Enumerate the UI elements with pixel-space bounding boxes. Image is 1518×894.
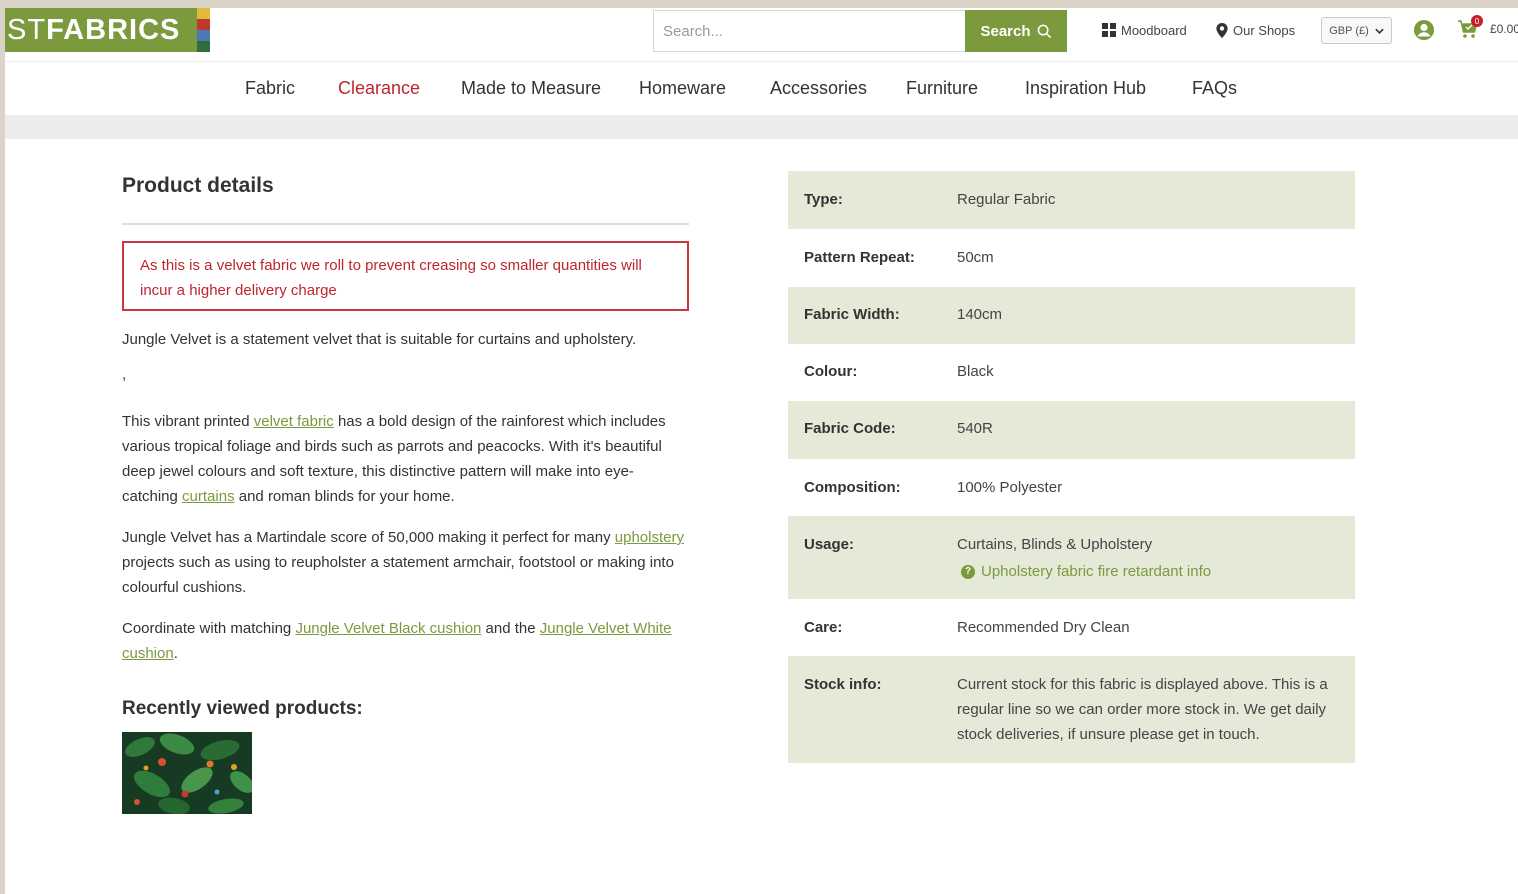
- grid-icon: [1102, 23, 1116, 37]
- nav-fabric[interactable]: Fabric: [245, 78, 295, 99]
- cart-total[interactable]: £0.00: [1490, 22, 1518, 36]
- stray-comma: ,: [122, 366, 127, 383]
- recently-viewed-thumbnail[interactable]: [122, 732, 252, 814]
- spec-row-colour: Colour: Black: [804, 363, 994, 380]
- spec-row-fabric-code: Fabric Code: 540R: [788, 401, 1355, 459]
- upholstery-link[interactable]: upholstery: [615, 529, 684, 546]
- fire-retardant-info-link[interactable]: ? Upholstery fabric fire retardant info: [961, 559, 1211, 584]
- nav-made-to-measure[interactable]: Made to Measure: [461, 78, 601, 99]
- divider: [122, 223, 689, 225]
- spec-row-type: Type: Regular Fabric: [788, 171, 1355, 229]
- our-shops-link[interactable]: Our Shops: [1216, 20, 1295, 40]
- spec-row-composition: Composition: 100% Polyester: [804, 479, 1063, 496]
- spec-row-care: Care: Recommended Dry Clean: [804, 619, 1130, 636]
- search-input[interactable]: [653, 10, 966, 52]
- moodboard-link[interactable]: Moodboard: [1102, 20, 1187, 40]
- site-logo[interactable]: ST FABRICS: [5, 8, 210, 52]
- nav-inspiration-hub[interactable]: Inspiration Hub: [1025, 78, 1146, 99]
- nav-furniture[interactable]: Furniture: [906, 78, 978, 99]
- velvet-fabric-link[interactable]: velvet fabric: [254, 413, 334, 430]
- spec-row-fabric-width: Fabric Width: 140cm: [788, 287, 1355, 344]
- description-paragraph-2: Jungle Velvet has a Martindale score of …: [122, 529, 684, 596]
- intro-text: Jungle Velvet is a statement velvet that…: [122, 331, 637, 348]
- currency-select[interactable]: GBP (£): [1321, 17, 1392, 44]
- spec-table: Type: Regular Fabric Pattern Repeat: 50c…: [788, 171, 1355, 763]
- search-button[interactable]: Search: [965, 10, 1067, 52]
- nav-accessories[interactable]: Accessories: [770, 78, 867, 99]
- top-header: STFABRICS Search Moodboard: [5, 8, 1518, 61]
- page: STFABRICS Search Moodboard: [5, 8, 1518, 894]
- delivery-notice: As this is a velvet fabric we roll to pr…: [122, 241, 689, 311]
- nav-clearance[interactable]: Clearance: [338, 78, 420, 99]
- curtains-link[interactable]: curtains: [182, 488, 235, 505]
- black-cushion-link[interactable]: Jungle Velvet Black cushion: [295, 620, 481, 637]
- logo-stripes: [197, 8, 210, 52]
- jungle-velvet-swatch: [122, 732, 252, 814]
- nav-faqs[interactable]: FAQs: [1192, 78, 1237, 99]
- spec-row-stock-info: Stock info: Current stock for this fabri…: [788, 656, 1355, 763]
- map-pin-icon: [1216, 22, 1228, 38]
- chevron-down-icon: [1375, 28, 1384, 34]
- main-nav: Fabric Clearance Made to Measure Homewar…: [5, 61, 1518, 115]
- sub-bar: [5, 115, 1518, 139]
- description-paragraph-3: Coordinate with matching Jungle Velvet B…: [122, 620, 672, 662]
- question-icon: ?: [961, 564, 975, 579]
- search-icon: [1037, 24, 1051, 38]
- spec-row-pattern-repeat: Pattern Repeat: 50cm: [804, 249, 994, 266]
- account-icon[interactable]: [1413, 19, 1435, 41]
- cart-count-badge: 0: [1471, 15, 1483, 27]
- product-details-title: Product details: [122, 174, 274, 197]
- spec-row-usage: Usage: Curtains, Blinds & Upholstery ? U…: [788, 516, 1355, 599]
- description-paragraph-1: This vibrant printed velvet fabric has a…: [122, 413, 666, 505]
- nav-homeware[interactable]: Homeware: [639, 78, 726, 99]
- recently-viewed-title: Recently viewed products:: [122, 698, 363, 719]
